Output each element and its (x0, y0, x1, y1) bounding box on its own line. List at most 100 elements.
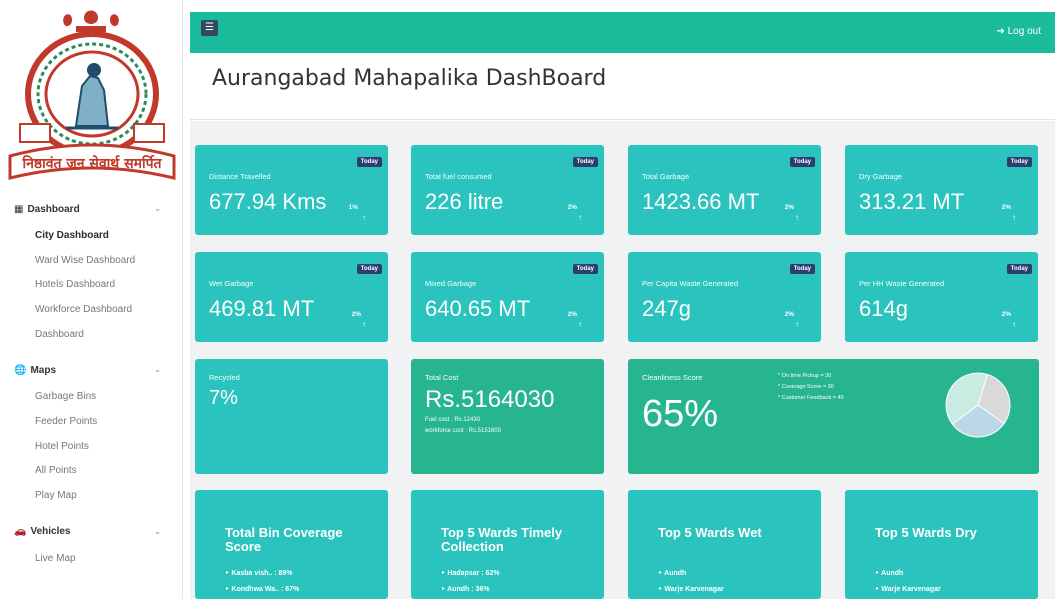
sidebar-item-live-map[interactable]: Live Map (0, 546, 183, 571)
list-item: ‣ Aundh (658, 570, 687, 577)
logout-icon: ➜ (996, 26, 1005, 37)
sidebar-item-hotel-points[interactable]: Hotel Points (0, 434, 183, 459)
recycled-card: Recycled 7% (195, 359, 388, 474)
total-cost-value: Rs.5164030 (425, 386, 555, 413)
legend-item: * Coverage Score = 30 (778, 384, 834, 390)
fuel-cost: Fuel cost : Rs.12430 (425, 417, 481, 423)
stat-label: Wet Garbage (209, 279, 254, 288)
card-title: Top 5 Wards Dry (875, 525, 977, 540)
cleanliness-label: Cleanliness Score (642, 373, 703, 382)
sidebar-item-ward-wise-dashboard[interactable]: Ward Wise Dashboard (0, 248, 183, 273)
recycled-value: 7% (209, 387, 238, 409)
stat-label: Per Capita Waste Generated (642, 279, 739, 288)
stat-change: 2% (1001, 204, 1011, 211)
sidebar-item-all-points[interactable]: All Points (0, 459, 183, 484)
globe-icon: 🌐 (14, 364, 27, 376)
arrow-icon: ↑ (578, 213, 582, 222)
stat-label: Per HH Waste Generated (859, 279, 945, 288)
stat-card-total-garbage: Today Total Garbage 1423.66 MT 2% ↑ (628, 145, 821, 235)
sidebar-item-hotels-dashboard[interactable]: Hotels Dashboard (0, 272, 183, 297)
stat-label: Distance Travelled (209, 172, 271, 181)
sidebar-section-vehicles[interactable]: 🚗 Vehicles ⌄ (0, 518, 183, 546)
arrow-icon: ↑ (362, 320, 366, 329)
list-item: ‣ Kasba vish.. : 89% (225, 570, 293, 577)
chevron-down-icon: ⌄ (154, 204, 161, 213)
stat-label: Total Garbage (642, 172, 690, 181)
arrow-icon: ↑ (1012, 213, 1016, 222)
sidebar-section-label: Dashboard (27, 203, 80, 215)
legend-item: * On time Pickup = 30 (778, 373, 832, 379)
today-badge: Today (356, 264, 382, 274)
arrow-icon: ↑ (1012, 320, 1016, 329)
sidebar-section-dashboard[interactable]: ▦ Dashboard ⌄ (0, 195, 183, 223)
cleanliness-pie-chart (945, 372, 1011, 438)
today-badge: Today (789, 157, 815, 167)
arrow-icon: ↑ (795, 213, 799, 222)
today-badge: Today (789, 264, 815, 274)
stat-card-fuel: Today Total fuel consumed 226 litre 2% ↑ (411, 145, 604, 235)
stat-value: 640.65 MT (425, 296, 531, 321)
stat-change: 2% (567, 204, 577, 211)
arrow-icon: ↑ (795, 320, 799, 329)
legend-item: * Customer Feedback = 40 (778, 395, 844, 401)
hamburger-icon[interactable]: ☰ (201, 20, 218, 36)
svg-text:निष्ठावंत जन सेवार्थ समर्पित: निष्ठावंत जन सेवार्थ समर्पित (21, 155, 162, 172)
top-wards-wet-card: Top 5 Wards Wet ‣ Aundh ‣ Warje Karvenag… (628, 490, 821, 599)
sidebar-item-dashboard[interactable]: Dashboard (0, 322, 183, 347)
today-badge: Today (572, 264, 598, 274)
page-title: Aurangabad Mahapalika DashBoard (212, 66, 607, 91)
arrow-icon: ↑ (362, 213, 366, 222)
stat-value: 313.21 MT (859, 189, 965, 214)
sidebar-item-workforce-dashboard[interactable]: Workforce Dashboard (0, 297, 183, 322)
sidebar-section-maps[interactable]: 🌐 Maps ⌄ (0, 356, 183, 384)
stat-card-mixed-garbage: Today Mixed Garbage 640.65 MT 2% ↑ (411, 252, 604, 342)
today-badge: Today (1006, 264, 1032, 274)
list-item: ‣ Kondhwa Wa.. : 67% (225, 586, 300, 593)
stat-change: 2% (784, 204, 794, 211)
stat-change: 2% (567, 311, 577, 318)
stat-label: Dry Garbage (859, 172, 902, 181)
stat-change: 2% (1001, 311, 1011, 318)
logout-link[interactable]: ➜ Log out (996, 26, 1041, 37)
card-title: Top 5 Wards Wet (658, 525, 762, 540)
logout-label: Log out (1007, 26, 1041, 37)
stat-value: 1423.66 MT (642, 189, 760, 214)
stat-value: 226 litre (425, 189, 504, 214)
cleanliness-value: 65% (642, 393, 719, 435)
workforce-cost: workforce cost : Rs.5151600 (425, 428, 502, 434)
list-item: ‣ Warje Karvenagar (875, 586, 941, 593)
list-item: ‣ Warje Karvenagar (658, 586, 724, 593)
stat-card-per-capita: Today Per Capita Waste Generated 247g 2%… (628, 252, 821, 342)
sidebar-section-label: Vehicles (30, 526, 71, 538)
page-header: Aurangabad Mahapalika DashBoard (190, 53, 1055, 120)
card-title: Top 5 Wards Timely Collection (441, 525, 563, 554)
stat-value: 614g (859, 296, 908, 321)
chevron-down-icon: ⌄ (154, 365, 161, 375)
today-badge: Today (1006, 157, 1032, 167)
card-title: Total Bin Coverage Score (225, 525, 343, 554)
stat-change: 2% (784, 311, 794, 318)
bin-coverage-card: Total Bin Coverage Score ‣ Kasba vish.. … (195, 490, 388, 599)
arrow-icon: ↑ (578, 320, 582, 329)
chevron-down-icon: ⌄ (154, 526, 161, 536)
sidebar-nav: ▦ Dashboard ⌄ City Dashboard Ward Wise D… (0, 195, 183, 571)
dashboard-content: Today Distance Travelled 677.94 Kms 1% ↑… (190, 121, 1055, 599)
timely-collection-card: Top 5 Wards Timely Collection ‣ Hadapsar… (411, 490, 604, 599)
sidebar-item-play-map[interactable]: Play Map (0, 483, 183, 508)
stat-card-wet-garbage: Today Wet Garbage 469.81 MT 2% ↑ (195, 252, 388, 342)
top-bar: ☰ ➜ Log out (190, 12, 1055, 53)
sidebar-item-feeder-points[interactable]: Feeder Points (0, 409, 183, 434)
stat-label: Mixed Garbage (425, 279, 477, 288)
cleanliness-card: Cleanliness Score 65% * On time Pickup =… (628, 359, 1039, 474)
stat-card-distance: Today Distance Travelled 677.94 Kms 1% ↑ (195, 145, 388, 235)
sidebar-item-city-dashboard[interactable]: City Dashboard (0, 223, 183, 248)
list-item: ‣ Aundh : 36% (441, 586, 490, 593)
stat-change: 1% (348, 204, 358, 211)
corporation-logo: निष्ठावंत जन सेवार्थ समर्पित (6, 6, 178, 184)
total-cost-card: Total Cost Rs.5164030 Fuel cost : Rs.124… (411, 359, 604, 474)
stat-label: Total fuel consumed (425, 172, 492, 181)
sidebar-item-garbage-bins[interactable]: Garbage Bins (0, 384, 183, 409)
grid-icon: ▦ (14, 203, 24, 215)
list-item: ‣ Aundh (875, 570, 904, 577)
stat-value: 677.94 Kms (209, 189, 327, 214)
